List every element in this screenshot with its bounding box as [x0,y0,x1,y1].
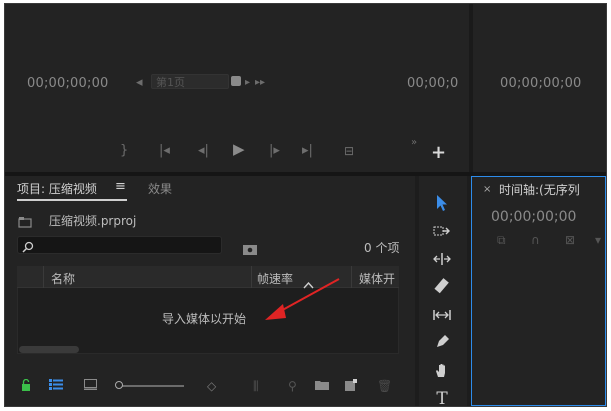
snap-icon[interactable]: ∩ [531,233,540,247]
automate-to-sequence-icon[interactable]: ⫼ [253,379,259,393]
ripple-edit-tool-icon[interactable] [431,250,453,272]
find-in-bin-icon[interactable] [243,240,257,259]
selection-tool-icon[interactable] [431,194,453,216]
insert-icon[interactable]: ⊟ [344,144,354,158]
hand-tool-icon[interactable] [431,362,453,384]
next-page-icon[interactable]: ▸ [245,76,250,90]
new-bin-icon[interactable] [315,379,329,393]
step-forward-frame-icon[interactable]: |▸ [269,144,280,158]
add-marker-icon[interactable]: ▾ [595,233,601,247]
column-media-start[interactable]: 媒体开 [359,270,395,287]
step-forward-icon[interactable]: ▸▸ [255,76,265,90]
sort-icon[interactable]: ◇ [207,379,216,393]
zoom-slider-handle[interactable] [115,381,123,389]
page-selector[interactable]: 第1页 [151,74,229,89]
razor-tool-icon[interactable] [431,278,453,300]
close-icon[interactable]: × [483,184,491,195]
linked-selection-icon[interactable]: ⊠ [565,233,575,247]
zoom-slider-track[interactable] [119,385,184,387]
panel-menu-icon[interactable]: ≡ [115,179,126,194]
step-back-icon[interactable]: ◂| [198,144,209,158]
icon-view-icon[interactable] [84,379,97,393]
more-controls-icon[interactable]: » [411,136,417,150]
new-item-icon[interactable] [345,379,357,394]
search-icon [22,238,34,257]
pen-tool-icon[interactable] [431,334,453,356]
tab-project[interactable]: 项目: 压缩视频 [17,180,97,197]
active-tab-indicator [17,199,127,201]
timeline-title[interactable]: 时间轴:(无序列 [499,181,580,198]
clear-icon[interactable]: 🗑 [377,379,392,393]
duration-timecode[interactable]: 00;00;0 [407,76,459,91]
type-tool-icon[interactable]: T [431,388,453,406]
prev-page-icon[interactable]: ◂ [136,76,143,90]
empty-list-message: 导入媒体以开始 [162,312,247,326]
horizontal-scrollbar[interactable] [19,346,79,353]
item-count: 0 个项 [364,241,400,255]
play-icon[interactable]: ▶ [233,142,245,157]
slip-tool-icon[interactable] [431,306,453,328]
timeline-timecode[interactable]: 00;00;00;00 [491,209,576,225]
find-icon[interactable]: ⚲ [288,379,297,393]
insert-sequence-icon[interactable]: ⧉ [497,233,506,248]
source-timecode[interactable]: 00;00;00;00 [27,76,109,91]
tab-effects[interactable]: 效果 [148,180,172,197]
go-to-in-icon[interactable]: |◂ [159,144,170,158]
go-to-out-icon[interactable]: ▸| [302,144,313,158]
mark-out-icon[interactable]: } [120,144,128,158]
project-file-name: 压缩视频.prproj [49,214,137,228]
list-view-icon[interactable] [49,379,63,393]
track-select-forward-icon[interactable] [431,222,453,244]
program-timecode[interactable]: 00;00;00;00 [500,76,582,91]
column-separator [43,266,44,288]
red-arrow-annotation [265,278,340,320]
page-toggle-icon[interactable] [231,76,241,86]
column-name[interactable]: 名称 [51,270,75,287]
column-separator[interactable] [251,266,252,288]
premiere-window: 00;00;00;00 ◂ 第1页 ▸ ▸▸ 00;00;0 } |◂ ◂| ▶… [4,3,607,407]
lock-icon[interactable] [21,378,31,394]
add-button-icon[interactable]: + [431,142,446,163]
column-separator[interactable] [351,266,352,288]
program-monitor: 00;00;00;00 [473,4,606,172]
project-file-icon [18,213,32,232]
source-monitor: 00;00;00;00 ◂ 第1页 ▸ ▸▸ 00;00;0 } |◂ ◂| ▶… [5,4,469,172]
search-input[interactable] [17,236,222,254]
